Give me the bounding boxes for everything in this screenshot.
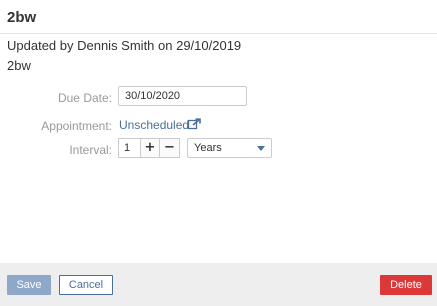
external-link-icon[interactable] (188, 118, 201, 130)
edit-task-dialog: 2bw Updated by Dennis Smith on 29/10/201… (0, 0, 437, 306)
interval-label: Interval: (69, 143, 112, 157)
task-description: 2bw (7, 58, 31, 73)
due-date-input[interactable] (118, 86, 247, 106)
save-button[interactable]: Save (7, 275, 51, 295)
due-date-label: Due Date: (57, 91, 112, 105)
cancel-button[interactable]: Cancel (59, 275, 113, 295)
interval-decrement-button[interactable]: − (160, 138, 180, 158)
chevron-down-icon (257, 146, 265, 151)
dialog-header: 2bw (0, 0, 437, 34)
appointment-label: Appointment: (41, 119, 112, 133)
interval-unit-select[interactable]: Years (187, 138, 272, 158)
appointment-link[interactable]: Unscheduled (119, 118, 189, 132)
interval-unit-value: Years (194, 142, 222, 154)
updated-by-text: Updated by Dennis Smith on 29/10/2019 (7, 38, 242, 53)
interval-value-input[interactable] (118, 138, 140, 158)
dialog-title: 2bw (7, 9, 37, 26)
delete-button[interactable]: Delete (380, 275, 432, 295)
interval-increment-button[interactable]: + (140, 138, 160, 158)
